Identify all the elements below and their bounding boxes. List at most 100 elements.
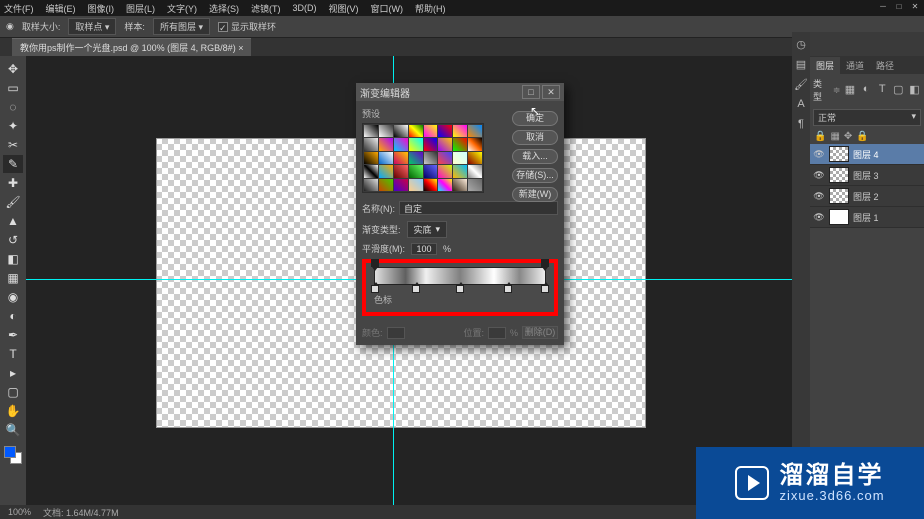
path-select-tool[interactable]: ▸ — [3, 364, 23, 382]
smoothness-input[interactable] — [411, 243, 437, 255]
visibility-icon[interactable]: 👁 — [813, 170, 825, 181]
preset-swatch[interactable] — [424, 138, 438, 150]
pen-tool[interactable]: ✒ — [3, 326, 23, 344]
lock-icon[interactable]: 🔒 — [814, 131, 826, 142]
visibility-icon[interactable]: 👁 — [813, 149, 825, 160]
preset-swatch[interactable] — [379, 138, 393, 150]
eraser-tool[interactable]: ◧ — [3, 250, 23, 268]
document-tab[interactable]: 教你用ps制作一个光盘.psd @ 100% (图层 4, RGB/8#) × — [12, 38, 251, 56]
preset-swatch[interactable] — [364, 165, 378, 177]
color-stop[interactable] — [504, 285, 512, 293]
layer-row-0[interactable]: 👁 图层 4 — [810, 144, 924, 165]
preset-swatch[interactable] — [409, 179, 423, 191]
ok-button[interactable]: 确定 — [512, 111, 558, 126]
sample-dropdown[interactable]: 所有图层 ▾ — [153, 18, 210, 35]
preset-swatch[interactable] — [468, 138, 482, 150]
filter-smart-icon[interactable]: ◧ — [908, 83, 921, 97]
crop-tool[interactable]: ✂ — [3, 136, 23, 154]
eyedropper-tool[interactable]: ✎ — [3, 155, 23, 173]
swatches-icon[interactable]: ▤ — [794, 58, 808, 72]
preset-swatch[interactable] — [394, 138, 408, 150]
visibility-icon[interactable]: 👁 — [813, 212, 825, 223]
gradient-presets-grid[interactable] — [362, 123, 484, 193]
blur-tool[interactable]: ◉ — [3, 288, 23, 306]
heal-tool[interactable]: ✚ — [3, 174, 23, 192]
preset-swatch[interactable] — [453, 179, 467, 191]
preset-swatch[interactable] — [424, 125, 438, 137]
gradient-name-input[interactable] — [399, 201, 558, 215]
para-icon[interactable]: ¶ — [794, 118, 808, 132]
dialog-close-button[interactable]: ✕ — [542, 85, 560, 99]
preset-swatch[interactable] — [468, 165, 482, 177]
preset-swatch[interactable] — [438, 138, 452, 150]
opacity-stop[interactable] — [541, 259, 549, 267]
hand-tool[interactable]: ✋ — [3, 402, 23, 420]
type-tool[interactable]: T — [3, 345, 23, 363]
preset-swatch[interactable] — [409, 152, 423, 164]
tab-paths[interactable]: 路径 — [870, 57, 900, 74]
color-stop[interactable] — [371, 285, 379, 293]
menu-type[interactable]: 文字(Y) — [167, 2, 197, 15]
preset-swatch[interactable] — [468, 125, 482, 137]
sample-size-dropdown[interactable]: 取样点 ▾ — [68, 18, 116, 35]
preset-swatch[interactable] — [364, 125, 378, 137]
preset-swatch[interactable] — [453, 138, 467, 150]
menu-help[interactable]: 帮助(H) — [415, 2, 446, 15]
preset-swatch[interactable] — [409, 138, 423, 150]
preset-swatch[interactable] — [394, 165, 408, 177]
new-button[interactable]: 新建(W) — [512, 187, 558, 202]
preset-swatch[interactable] — [453, 125, 467, 137]
zoom-level[interactable]: 100% — [8, 507, 31, 517]
preset-swatch[interactable] — [424, 179, 438, 191]
preset-swatch[interactable] — [379, 152, 393, 164]
tab-layers[interactable]: 图层 — [810, 57, 840, 74]
menu-layer[interactable]: 图层(L) — [126, 2, 155, 15]
filter-text-icon[interactable]: T — [876, 83, 889, 97]
color-swatches[interactable] — [4, 446, 22, 464]
lock-pos-icon[interactable]: ✥ — [844, 131, 852, 142]
close-button[interactable]: ✕ — [908, 0, 922, 12]
preset-swatch[interactable] — [424, 165, 438, 177]
dialog-titlebar[interactable]: 渐变编辑器 □ ✕ — [356, 83, 564, 101]
color-stop[interactable] — [412, 285, 420, 293]
menu-window[interactable]: 窗口(W) — [371, 2, 404, 15]
layer-row-1[interactable]: 👁 图层 3 — [810, 165, 924, 186]
preset-swatch[interactable] — [364, 138, 378, 150]
filter-shape-icon[interactable]: ▢ — [892, 83, 905, 97]
menu-edit[interactable]: 编辑(E) — [46, 2, 76, 15]
history-icon[interactable]: ◷ — [794, 38, 808, 52]
preset-swatch[interactable] — [424, 152, 438, 164]
marquee-tool[interactable]: ▭ — [3, 79, 23, 97]
preset-swatch[interactable] — [379, 125, 393, 137]
gradient-ramp[interactable] — [374, 267, 546, 285]
shape-tool[interactable]: ▢ — [3, 383, 23, 401]
preset-swatch[interactable] — [394, 179, 408, 191]
preset-swatch[interactable] — [438, 125, 452, 137]
foreground-color[interactable] — [4, 446, 16, 458]
wand-tool[interactable]: ✦ — [3, 117, 23, 135]
preset-swatch[interactable] — [364, 179, 378, 191]
color-stop[interactable] — [456, 285, 464, 293]
preset-swatch[interactable] — [379, 179, 393, 191]
save-button[interactable]: 存储(S)... — [512, 168, 558, 183]
char-icon[interactable]: A — [794, 98, 808, 112]
preset-swatch[interactable] — [468, 179, 482, 191]
preset-swatch[interactable] — [394, 152, 408, 164]
history-brush-tool[interactable]: ↺ — [3, 231, 23, 249]
layer-row-2[interactable]: 👁 图层 2 — [810, 186, 924, 207]
preset-swatch[interactable] — [394, 125, 408, 137]
brush-panel-icon[interactable]: 🖌 — [794, 78, 808, 92]
filter-adj-icon[interactable]: ◐ — [860, 83, 873, 97]
preset-swatch[interactable] — [453, 165, 467, 177]
stop-color-swatch[interactable] — [387, 327, 405, 339]
lock-pixel-icon[interactable]: ▦ — [830, 131, 839, 142]
filter-pixel-icon[interactable]: ▦ — [843, 83, 856, 97]
preset-swatch[interactable] — [364, 152, 378, 164]
menu-view[interactable]: 视图(V) — [329, 2, 359, 15]
dialog-maximize-button[interactable]: □ — [522, 85, 540, 99]
preset-swatch[interactable] — [409, 165, 423, 177]
stop-position-input[interactable] — [488, 327, 506, 339]
delete-stop-button[interactable]: 删除(D) — [522, 326, 558, 339]
preset-swatch[interactable] — [409, 125, 423, 137]
show-ring-check[interactable]: ✓ 显示取样环 — [218, 20, 276, 33]
